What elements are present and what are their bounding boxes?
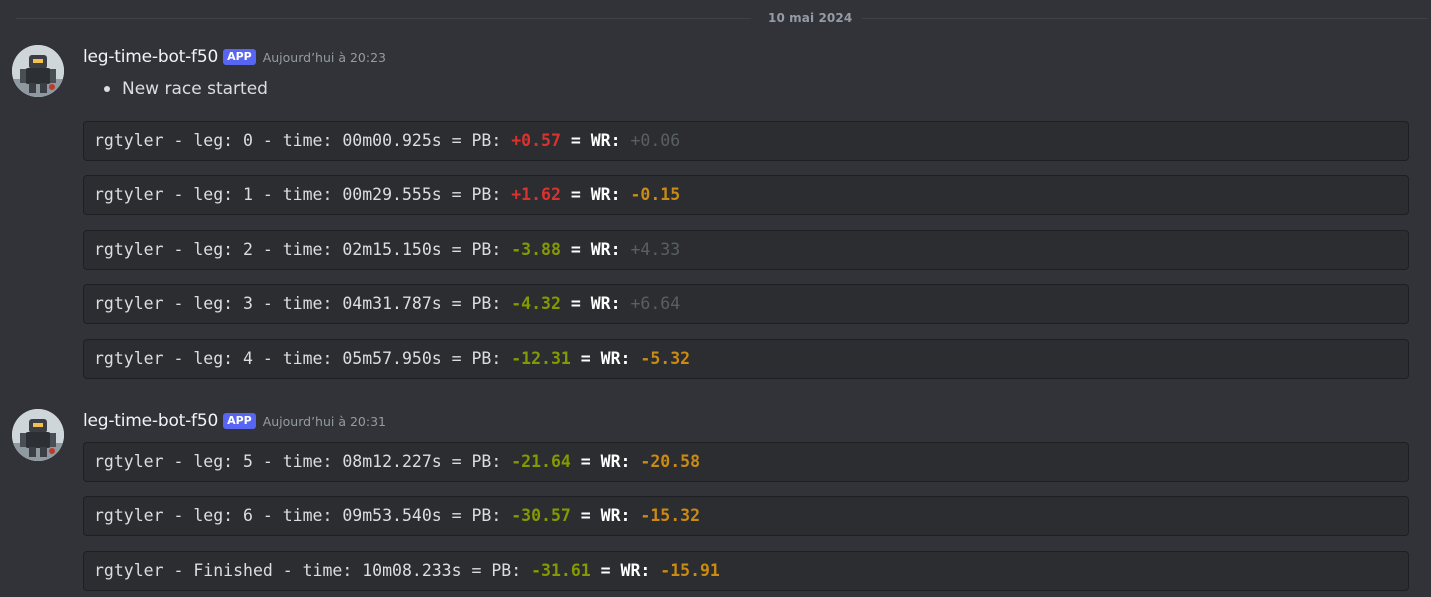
wr-delta: -15.91 (660, 561, 720, 580)
separator: = (570, 452, 601, 471)
app-badge: APP (223, 49, 256, 65)
bullet-list-item: New race started (83, 78, 268, 100)
separator: = (570, 506, 601, 525)
username[interactable]: leg-time-bot-f50 (83, 47, 218, 67)
app-badge: APP (223, 413, 256, 429)
pb-delta: -12.31 (511, 349, 571, 368)
wr-label: WR: (590, 131, 621, 150)
code-block: rgtyler - leg: 5 - time: 08m12.227s = PB… (83, 442, 1409, 482)
code-block: rgtyler - leg: 2 - time: 02m15.150s = PB… (83, 230, 1409, 270)
wr-delta: +4.33 (630, 240, 681, 259)
bot-avatar[interactable] (12, 409, 64, 461)
wr-label: WR: (620, 561, 651, 580)
wr-label: WR: (600, 349, 631, 368)
separator: = (560, 131, 591, 150)
pb-delta: -31.61 (531, 561, 591, 580)
wr-delta: -0.15 (630, 185, 681, 204)
wr-delta: -15.32 (640, 506, 701, 525)
date-divider (0, 18, 1431, 19)
message-header: leg-time-bot-f50 APP Aujourd’hui à 20:31 (83, 409, 386, 433)
wr-delta: +6.64 (630, 294, 681, 313)
timestamp[interactable]: Aujourd’hui à 20:31 (263, 414, 386, 429)
wr-label: WR: (590, 240, 621, 259)
bullet-icon (104, 86, 110, 92)
separator: = (590, 561, 621, 580)
code-block: rgtyler - leg: 6 - time: 09m53.540s = PB… (83, 496, 1409, 536)
wr-label: WR: (600, 452, 631, 471)
code-block: rgtyler - leg: 1 - time: 00m29.555s = PB… (83, 175, 1409, 215)
date-divider-label: 10 mai 2024 (768, 11, 853, 25)
line-prefix: rgtyler - leg: 6 - time: 09m53.540s = PB… (94, 506, 512, 525)
separator: = (560, 240, 591, 259)
wr-delta: -5.32 (640, 349, 691, 368)
code-block: rgtyler - Finished - time: 10m08.233s = … (83, 551, 1409, 591)
chat-view: 10 mai 2024 leg-time-bot-f50 APP Aujourd… (0, 0, 1431, 597)
wr-label: WR: (600, 506, 631, 525)
code-block: rgtyler - leg: 3 - time: 04m31.787s = PB… (83, 284, 1409, 324)
pb-delta: -3.88 (511, 240, 561, 259)
code-block: rgtyler - leg: 4 - time: 05m57.950s = PB… (83, 339, 1409, 379)
line-prefix: rgtyler - leg: 5 - time: 08m12.227s = PB… (94, 452, 512, 471)
code-block: rgtyler - leg: 0 - time: 00m00.925s = PB… (83, 121, 1409, 161)
username[interactable]: leg-time-bot-f50 (83, 411, 218, 431)
timestamp[interactable]: Aujourd’hui à 20:23 (263, 50, 386, 65)
line-prefix: rgtyler - leg: 4 - time: 05m57.950s = PB… (94, 349, 512, 368)
wr-label: WR: (590, 185, 621, 204)
line-prefix: rgtyler - leg: 2 - time: 02m15.150s = PB… (94, 240, 512, 259)
bot-avatar[interactable] (12, 45, 64, 97)
message-header: leg-time-bot-f50 APP Aujourd’hui à 20:23 (83, 45, 386, 69)
line-prefix: rgtyler - Finished - time: 10m08.233s = … (94, 561, 532, 580)
pb-delta: +1.62 (511, 185, 561, 204)
bullet-text: New race started (122, 79, 268, 99)
pb-delta: +0.57 (511, 131, 561, 150)
separator: = (560, 294, 591, 313)
pb-delta: -30.57 (511, 506, 571, 525)
separator: = (560, 185, 591, 204)
wr-label: WR: (590, 294, 621, 313)
wr-delta: -20.58 (640, 452, 701, 471)
wr-delta: +0.06 (630, 131, 681, 150)
robot-avatar-icon (12, 45, 64, 97)
pb-delta: -4.32 (511, 294, 561, 313)
pb-delta: -21.64 (511, 452, 571, 471)
line-prefix: rgtyler - leg: 3 - time: 04m31.787s = PB… (94, 294, 512, 313)
robot-avatar-icon (12, 409, 64, 461)
line-prefix: rgtyler - leg: 1 - time: 00m29.555s = PB… (94, 185, 512, 204)
separator: = (570, 349, 601, 368)
line-prefix: rgtyler - leg: 0 - time: 00m00.925s = PB… (94, 131, 512, 150)
